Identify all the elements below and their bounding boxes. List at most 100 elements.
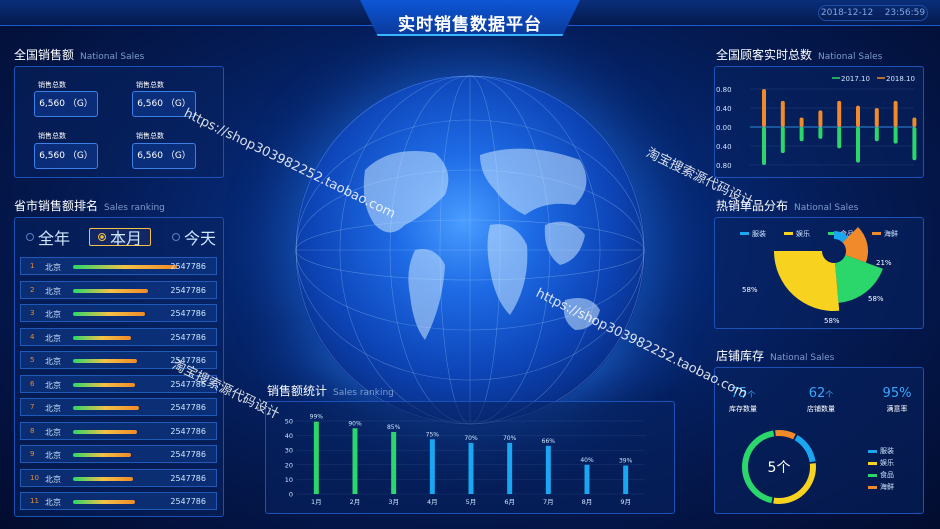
rank-number: 1	[30, 262, 35, 270]
rank-city: 北京	[45, 474, 61, 484]
rank-number: 7	[30, 403, 35, 411]
filter-today[interactable]: 今天	[172, 229, 216, 248]
time-text: 23:56:59	[884, 8, 926, 18]
stat-label-3: 销售总数	[38, 132, 66, 140]
sales-stats-chart: 0 10 20 30 40 50 99% 1月 90% 2月 85% 3月 75% 4月 70% 5月 70% 6…	[285, 414, 645, 506]
satisfaction-label: 满意率	[886, 405, 908, 413]
ranking-row[interactable]: 8 北京 2547786	[20, 421, 217, 440]
ring-segment	[775, 430, 796, 440]
x-tick-label: 5月	[466, 498, 477, 506]
y-tick-label: 10	[285, 476, 293, 484]
stock-count-label: 库存数量	[729, 405, 757, 413]
stat-label-1: 销售总数	[38, 81, 66, 89]
stat-value-1: 6,560 （G）	[34, 91, 98, 117]
stock-legend-1: 服装	[868, 446, 894, 456]
slice-label: 58%	[742, 286, 758, 294]
rank-city: 北京	[45, 380, 61, 390]
store-count: 62个	[808, 386, 834, 401]
rank-value: 2547786	[170, 497, 206, 506]
x-tick-label: 1月	[311, 498, 322, 506]
rank-number: 2	[30, 285, 35, 294]
rank-value: 2547786	[170, 309, 206, 318]
filter-year[interactable]: 全年	[26, 229, 70, 248]
bar-value-label: 40%	[580, 457, 594, 464]
rank-value: 2547786	[170, 426, 206, 436]
rose-slice	[774, 251, 840, 311]
bar-value-label: 39%	[619, 458, 633, 465]
bar-value-label: 90%	[348, 420, 362, 427]
legend-swatch	[872, 232, 881, 235]
ranking-row[interactable]: 2 北京 2547786	[20, 280, 217, 299]
globe-mesh	[295, 75, 645, 425]
bar-2017	[799, 127, 804, 142]
slice-label: 58%	[868, 295, 884, 303]
y-tick-label: 0.00	[716, 124, 732, 132]
stock-legend-4: 海鲜	[868, 482, 894, 492]
sales-bar	[584, 464, 590, 494]
legend-label: 服装	[752, 229, 766, 238]
globe-visual	[295, 75, 645, 425]
rank-bar	[73, 382, 136, 387]
rank-value: 2547786	[170, 332, 206, 342]
ranking-row[interactable]: 7 北京 2547786	[20, 398, 217, 416]
sales-bar	[429, 439, 435, 494]
y-tick-label: 0.80	[716, 86, 732, 94]
ranking-row[interactable]: 3 北京 2547786	[20, 304, 217, 322]
rank-value: 2547786	[170, 285, 206, 295]
sales-stats-title: 销售额统计 Sales ranking	[267, 384, 394, 398]
bar-2018	[912, 117, 917, 127]
rank-bar	[73, 453, 132, 457]
radio-selected-icon	[98, 233, 106, 241]
ranking-row[interactable]: 1 北京 2547786	[20, 257, 217, 275]
slice-label: 58%	[824, 317, 840, 325]
legend-label: 海鲜	[884, 229, 898, 238]
y-tick-label: 0	[289, 491, 293, 499]
slice-label: 21%	[876, 259, 892, 267]
sales-bar	[352, 428, 358, 494]
rank-number: 8	[30, 426, 35, 435]
y-tick-label: 30	[285, 447, 293, 455]
stat-value-3: 6,560 （G）	[34, 143, 98, 169]
bar-2018	[874, 108, 879, 127]
bar-2017	[856, 127, 860, 163]
filter-today-label: 今天	[184, 229, 217, 248]
x-tick-label: 2月	[350, 498, 361, 506]
stock-legend-3: 食品	[868, 470, 894, 480]
filter-month-label: 本月	[110, 229, 143, 248]
rank-bar	[73, 500, 136, 504]
y-tick-label: 40	[285, 432, 293, 440]
date-text: 2018-12-12	[820, 8, 874, 18]
x-tick-label: 3月	[388, 498, 399, 506]
ranking-row[interactable]: 4 北京 2547786	[20, 327, 217, 346]
x-tick-label: 9月	[620, 498, 631, 506]
legend-swatch	[740, 232, 749, 235]
legend-label: 娱乐	[796, 229, 810, 238]
bar-2018	[799, 117, 804, 127]
bar-value-label: 85%	[387, 424, 401, 431]
ranking-row[interactable]: 10 北京 2547786	[20, 468, 217, 487]
bar-2018	[780, 100, 785, 127]
rank-number: 4	[30, 332, 35, 341]
legend-2017: 2017.10	[841, 75, 870, 83]
y-tick-label: 0.80	[716, 162, 732, 170]
rank-value: 2547786	[170, 473, 206, 483]
page-title: 实时销售数据平台	[398, 15, 542, 35]
stat-value-4: 6,560 （G）	[132, 143, 196, 169]
rank-number: 11	[30, 497, 39, 505]
ranking-row[interactable]: 11 北京 2547786	[20, 492, 217, 510]
bar-2017	[874, 127, 879, 142]
rank-city: 北京	[45, 451, 61, 460]
x-tick-label: 7月	[543, 498, 554, 506]
filter-year-label: 全年	[38, 229, 71, 248]
x-tick-label: 8月	[582, 498, 593, 506]
national-sales-title: 全国销售额 National Sales	[14, 48, 145, 62]
bar-value-label: 70%	[464, 435, 478, 442]
rank-bar	[73, 429, 138, 434]
rank-number: 6	[30, 379, 35, 388]
bar-2018	[762, 89, 766, 127]
bar-2018	[837, 100, 842, 127]
filter-month[interactable]: 本月	[89, 228, 152, 248]
ranking-row[interactable]: 9 北京 2547786	[20, 445, 217, 463]
radio-icon	[172, 233, 180, 241]
legend-2018: 2018.10	[886, 75, 915, 83]
